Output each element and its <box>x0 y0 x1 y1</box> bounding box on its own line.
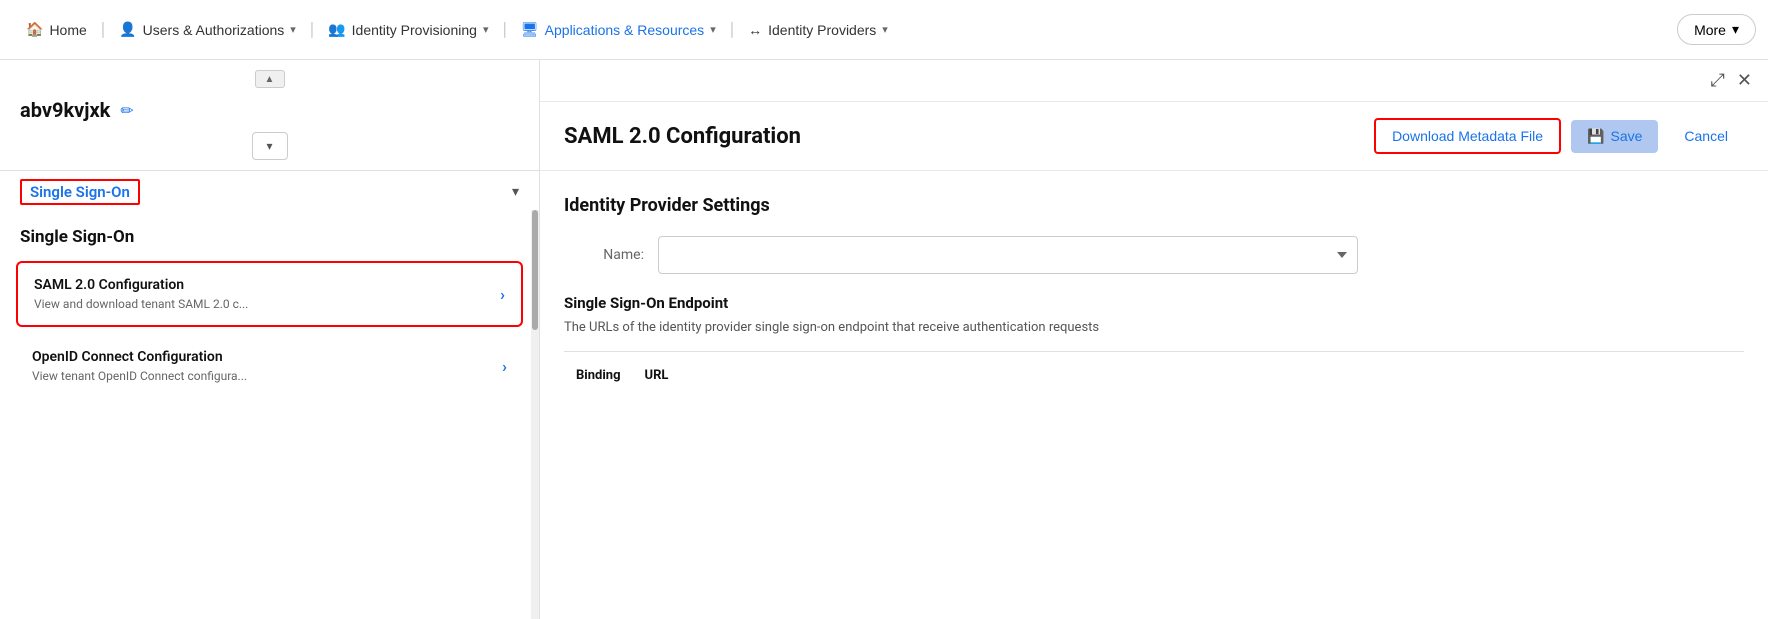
config-title: SAML 2.0 Configuration <box>564 124 801 149</box>
users-chevron-icon: ▾ <box>290 23 296 36</box>
top-navigation: 🏠 Home | 👤 Users & Authorizations ▾ | 👥 … <box>0 0 1768 60</box>
col-url: URL <box>633 362 681 389</box>
collapse-button[interactable]: ▾ <box>252 132 288 160</box>
name-select[interactable] <box>658 236 1358 274</box>
expand-icon[interactable]: ⤢ <box>1711 70 1725 91</box>
download-metadata-button[interactable]: Download Metadata File <box>1374 118 1561 154</box>
right-content: Identity Provider Settings Name: Single … <box>540 171 1768 413</box>
name-label: Name: <box>564 247 644 263</box>
saml-config-card[interactable]: SAML 2.0 Configuration View and download… <box>16 261 523 327</box>
entity-name: abv9kvjxk <box>20 98 110 122</box>
left-scrollbar <box>531 150 539 619</box>
right-panel: ⤢ ✕ SAML 2.0 Configuration Download Meta… <box>540 60 1768 619</box>
scroll-track <box>531 210 539 619</box>
cancel-button[interactable]: Cancel <box>1668 120 1744 152</box>
nav-users[interactable]: 👤 Users & Authorizations ▾ <box>105 0 310 60</box>
more-chevron-icon: ▾ <box>1732 21 1739 38</box>
saml-card-desc: View and download tenant SAML 2.0 c... <box>34 297 490 311</box>
right-topbar: ⤢ ✕ <box>540 60 1768 102</box>
openid-card-desc: View tenant OpenID Connect configura... <box>32 369 492 383</box>
home-icon: 🏠 <box>26 21 43 38</box>
nav-apps-resources-label: Applications & Resources <box>545 22 705 38</box>
nav-identity-providers-label: Identity Providers <box>768 22 876 38</box>
openid-card-content: OpenID Connect Configuration View tenant… <box>32 349 492 383</box>
scroll-thumb <box>532 210 538 330</box>
nav-identity-provisioning[interactable]: 👥 Identity Provisioning ▾ <box>314 0 502 60</box>
close-icon[interactable]: ✕ <box>1737 70 1752 91</box>
right-header: SAML 2.0 Configuration Download Metadata… <box>540 102 1768 171</box>
collapse-row: ▾ <box>0 122 539 170</box>
openid-card-arrow-icon: › <box>502 357 507 376</box>
scroll-top-area: ▲ <box>0 60 539 88</box>
save-button[interactable]: 💾 Save <box>1571 120 1658 153</box>
left-panel: ▲ abv9kvjxk ✏ ▾ Single Sign-On ▾ Single … <box>0 60 540 619</box>
edit-icon[interactable]: ✏ <box>120 101 133 120</box>
name-field-row: Name: <box>564 236 1744 274</box>
nav-identity-provisioning-label: Identity Provisioning <box>352 22 477 38</box>
identity-provisioning-icon: 👥 <box>328 21 345 38</box>
sso-section-label: Single Sign-On <box>20 179 140 205</box>
openid-card-title: OpenID Connect Configuration <box>32 349 492 365</box>
identity-provisioning-chevron-icon: ▾ <box>483 23 489 36</box>
sso-endpoint-title: Single Sign-On Endpoint <box>564 294 1744 312</box>
right-actions: Download Metadata File 💾 Save Cancel <box>1374 118 1744 154</box>
nav-home[interactable]: 🏠 Home <box>12 0 101 60</box>
nav-home-label: Home <box>49 22 86 38</box>
apps-chevron-icon: ▾ <box>710 23 716 36</box>
openid-config-card[interactable]: OpenID Connect Configuration View tenant… <box>16 335 523 397</box>
nav-users-label: Users & Authorizations <box>143 22 285 38</box>
save-button-label: Save <box>1610 128 1642 144</box>
identity-providers-icon: ↔ <box>748 22 762 38</box>
nav-apps-resources[interactable]: 🖥 Applications & Resources ▾ <box>507 0 730 60</box>
nav-identity-providers[interactable]: ↔ Identity Providers ▾ <box>734 0 902 60</box>
users-icon: 👤 <box>119 21 136 38</box>
identity-providers-chevron-icon: ▾ <box>882 23 888 36</box>
save-icon: 💾 <box>1587 128 1604 145</box>
col-binding: Binding <box>564 362 633 389</box>
saml-card-title: SAML 2.0 Configuration <box>34 277 490 293</box>
apps-icon: 🖥 <box>521 21 539 38</box>
sso-block-title: Single Sign-On <box>0 213 539 253</box>
saml-card-content: SAML 2.0 Configuration View and download… <box>34 277 490 311</box>
saml-card-arrow-icon: › <box>500 285 505 304</box>
nav-more-label: More <box>1694 22 1726 38</box>
idp-settings-title: Identity Provider Settings <box>564 195 1744 216</box>
nav-more-button[interactable]: More ▾ <box>1677 14 1756 45</box>
sso-section-header[interactable]: Single Sign-On ▾ <box>0 170 539 213</box>
main-layout: ▲ abv9kvjxk ✏ ▾ Single Sign-On ▾ Single … <box>0 60 1768 619</box>
endpoint-table-header: Binding URL <box>564 351 1744 389</box>
sso-section-chevron-icon: ▾ <box>512 184 519 200</box>
scroll-up-button[interactable]: ▲ <box>255 70 285 88</box>
sso-endpoint-desc: The URLs of the identity provider single… <box>564 320 1744 335</box>
chevron-down-icon: ▾ <box>266 139 272 153</box>
left-header: abv9kvjxk ✏ <box>0 88 539 122</box>
